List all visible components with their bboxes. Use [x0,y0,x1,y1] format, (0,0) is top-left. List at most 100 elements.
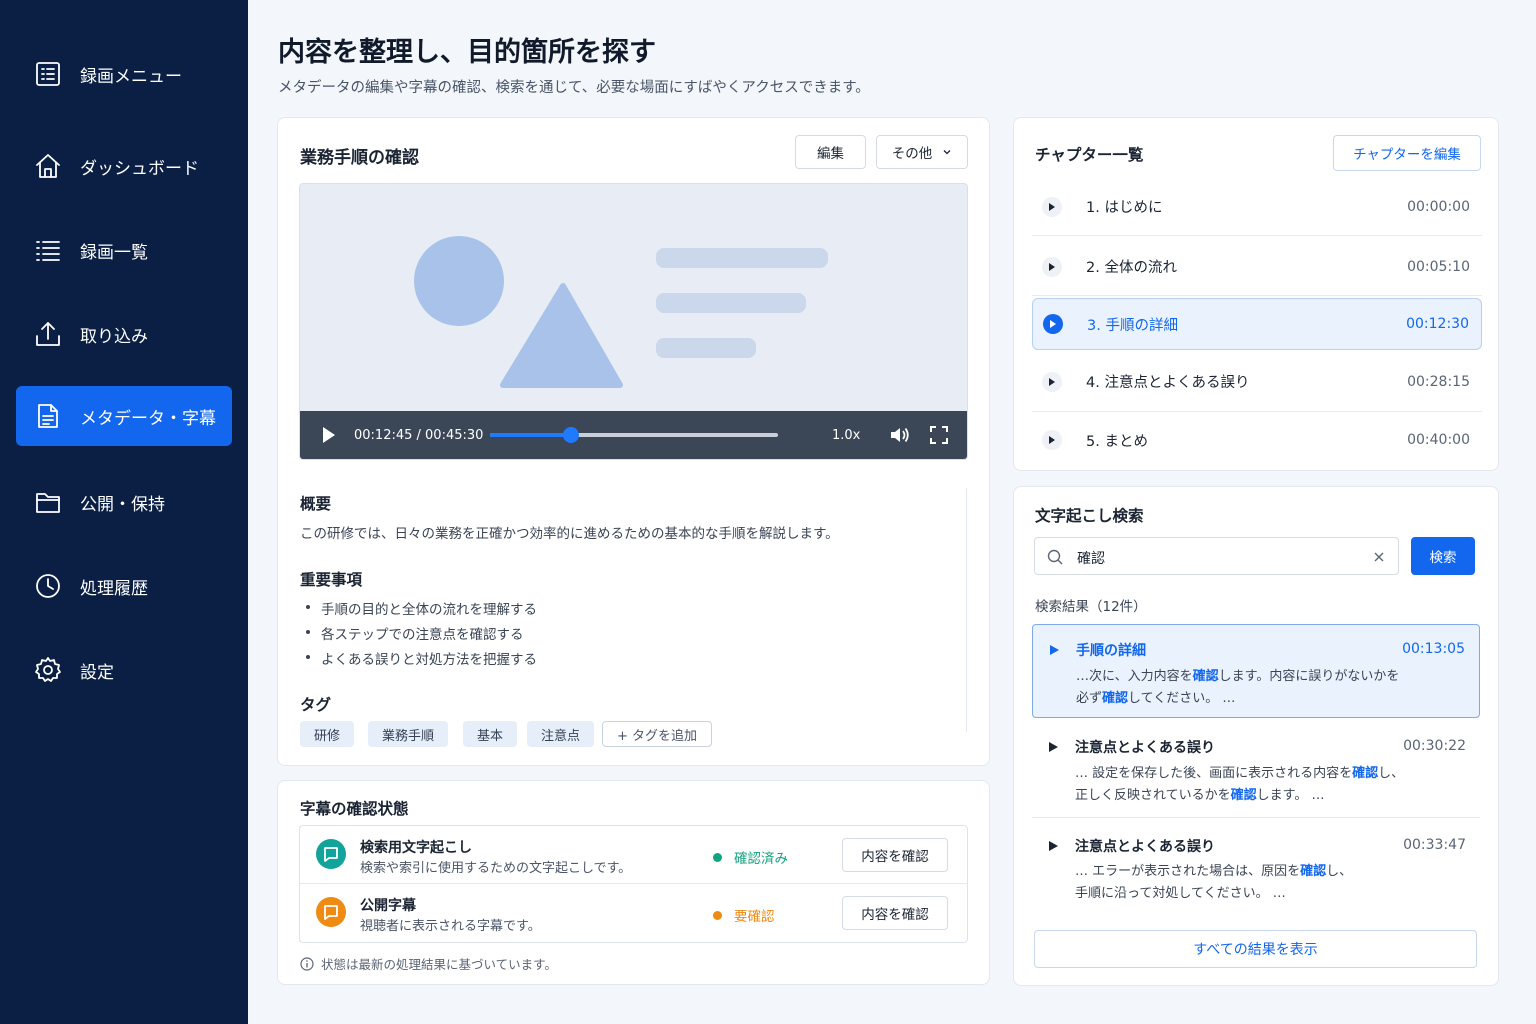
edit-button[interactable]: 編集 [795,135,866,169]
sidebar-item-settings[interactable]: 設定 [16,640,232,700]
sidebar-item-dashboard[interactable]: ダッシュボード [16,136,232,196]
search-results-count: 検索結果（12件） [1035,599,1147,615]
fullscreen-icon[interactable] [930,426,948,444]
tag-chip[interactable]: 注意点 [527,721,595,747]
tags-label: タグ [300,696,332,714]
key-points-label: 重要事項 [300,571,363,589]
folder-icon [36,493,60,513]
chapter-label: 2. 全体の流れ [1086,260,1177,276]
result-snippet-line: … 設定を保存した後、画面に表示される内容を確認し、 [1075,766,1405,781]
video-time: 00:12:45 / 00:45:30 [354,428,484,443]
document-icon [38,404,58,428]
video-player[interactable]: 00:12:45 / 00:45:30 1.0x [299,183,968,460]
play-icon [1042,256,1062,277]
chapter-time: 00:00:00 [1407,198,1470,215]
sidebar-item-import[interactable]: 取り込み [16,304,232,364]
chapter-label: 5. まとめ [1086,433,1148,450]
search-button[interactable]: 検索 [1411,537,1475,575]
sidebar-item-label: 録画メニュー [80,66,182,87]
sidebar-item-publish-retention[interactable]: 公開・保持 [16,472,232,532]
sidebar-item-metadata-subtitles[interactable]: メタデータ・字幕 [16,386,232,446]
chapter-item-active[interactable]: 3. 手順の詳細 00:12:30 [1032,298,1482,350]
result-snippet-line: 必ず確認してください。 … [1076,691,1236,706]
search-result-item[interactable]: 手順の詳細 00:13:05 …次に、入力内容を確認します。内容に誤りがないかを… [1032,624,1480,718]
result-snippet-line: … エラーが表示された場合は、原因を確認し、 [1075,864,1353,879]
volume-icon[interactable] [889,426,911,444]
playback-speed[interactable]: 1.0x [832,428,860,443]
show-all-results-button[interactable]: すべての結果を表示 [1034,930,1477,968]
play-icon [1042,371,1062,392]
sidebar-item-label: 取り込み [80,326,148,347]
play-icon [1042,430,1062,450]
status-badge: 要確認 [713,905,775,925]
seek-handle[interactable] [562,427,579,443]
upload-icon [36,322,60,346]
play-icon [1049,742,1058,752]
more-button-label: その他 [891,146,933,162]
edit-chapters-button[interactable]: チャプターを編集 [1333,135,1481,171]
search-title: 文字起こし検索 [1035,507,1144,525]
info-icon [300,956,314,971]
clear-icon[interactable] [1373,551,1385,563]
result-title: 注意点とよくある誤り [1075,740,1215,756]
sidebar-item-label: 処理履歴 [80,578,148,599]
tag-chip[interactable]: 業務手順 [368,721,449,747]
video-placeholder-image [414,236,828,388]
sidebar: 録画メニュー ダッシュボード 録画一覧 取り込み メタデータ・字幕 公開・保持 … [0,0,248,1024]
add-tag-button[interactable]: + タグを追加 [602,721,713,747]
search-input[interactable]: 確認 [1034,537,1399,575]
result-time: 00:33:47 [1403,837,1466,853]
list-box-icon [36,62,60,86]
chapter-time: 00:12:30 [1406,316,1469,332]
status-row-desc: 検索や索引に使用するための文字起こしです。 [360,861,632,876]
review-content-button[interactable]: 内容を確認 [842,896,948,930]
search-result-item[interactable]: 注意点とよくある誤り 00:30:22 … 設定を保存した後、画面に表示される内… [1032,728,1480,818]
gear-icon [35,657,61,682]
status-dot [713,910,722,920]
sidebar-item-history[interactable]: 処理履歴 [16,556,232,616]
subtitle-chat-icon [316,839,346,869]
result-time: 00:13:05 [1402,641,1465,657]
status-badge-label: 確認済み [734,851,788,867]
key-point: よくある誤りと対処方法を把握する [306,648,537,668]
seek-bar-progress [490,433,571,437]
sidebar-item-recording-menu[interactable]: 録画メニュー [16,44,232,104]
status-badge: 確認済み [713,847,788,867]
play-icon[interactable] [321,426,337,444]
seek-bar[interactable] [490,427,778,443]
status-dot [713,852,722,862]
sidebar-item-label: 公開・保持 [80,494,165,515]
result-title: 注意点とよくある誤り [1075,839,1215,855]
result-title: 手順の詳細 [1076,643,1146,659]
sidebar-item-label: 録画一覧 [80,242,148,263]
sidebar-item-label: 設定 [80,662,114,683]
sidebar-item-recording-list[interactable]: 録画一覧 [16,220,232,280]
chapter-item[interactable]: 5. まとめ 00:40:00 [1032,412,1482,468]
summary-label: 概要 [300,495,332,513]
play-icon [1049,841,1058,851]
result-snippet-line: 手順に沿って対処してください。 … [1075,886,1286,901]
status-badge-label: 要確認 [734,909,775,925]
status-note: 状態は最新の処理結果に基づいています。 [300,954,557,973]
play-icon [1042,196,1062,217]
status-note-text: 状態は最新の処理結果に基づいています。 [321,957,557,972]
tag-chip[interactable]: 研修 [300,721,355,747]
sidebar-item-label: ダッシュボード [80,158,199,179]
status-row-name: 検索用文字起こし [360,840,472,856]
search-result-item[interactable]: 注意点とよくある誤り 00:33:47 … エラーが表示された場合は、原因を確認… [1032,828,1480,914]
chapter-time: 00:40:00 [1407,432,1470,448]
chapter-item[interactable]: 4. 注意点とよくある誤り 00:28:15 [1032,352,1482,412]
chapter-item[interactable]: 1. はじめに 00:00:00 [1032,178,1482,236]
chapter-time: 00:05:10 [1407,258,1470,275]
status-row-desc: 視聴者に表示される字幕です。 [360,919,541,934]
key-point: 各ステップでの注意点を確認する [306,623,524,643]
review-content-button[interactable]: 内容を確認 [842,838,948,872]
play-icon [1043,314,1063,334]
more-button[interactable]: その他 [876,135,968,169]
chapter-label: 3. 手順の詳細 [1087,317,1178,334]
chapter-item[interactable]: 2. 全体の流れ 00:05:10 [1032,238,1482,296]
status-row: 公開字幕 視聴者に表示される字幕です。 要確認 内容を確認 [300,884,967,942]
subtitle-chat-icon [316,897,346,927]
search-input-value: 確認 [1077,551,1105,567]
tag-chip[interactable]: 基本 [463,721,518,747]
